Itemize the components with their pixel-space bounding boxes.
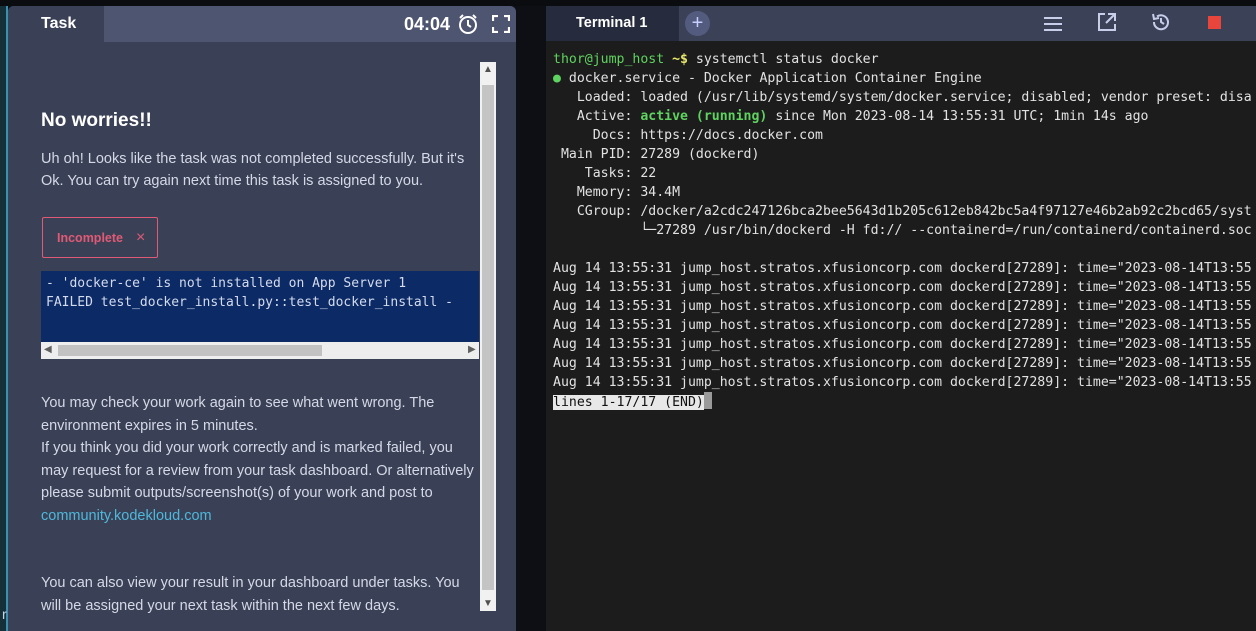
error-line: - 'docker-ce' is not installed on App Se… <box>46 276 407 291</box>
scroll-up-icon[interactable]: ▲ <box>483 64 493 75</box>
pager-status: lines 1-17/17 (END) <box>553 395 704 410</box>
alarm-clock-icon[interactable] <box>457 13 479 35</box>
dashboard-note: You can also view your result in your da… <box>41 575 460 614</box>
menu-icon[interactable] <box>1043 16 1063 32</box>
open-external-icon[interactable] <box>1097 12 1117 32</box>
log-line: Aug 14 13:55:31 jump_host.stratos.xfusio… <box>553 280 1252 295</box>
log-line: Aug 14 13:55:31 jump_host.stratos.xfusio… <box>553 375 1252 390</box>
reset-icon[interactable] <box>1150 11 1172 33</box>
terminal-cursor <box>703 392 712 409</box>
prompt-command: systemctl status docker <box>687 52 879 67</box>
active-label: Active: <box>553 109 641 124</box>
result-title: No worries!! <box>41 110 152 131</box>
loaded-line: Loaded: loaded (/usr/lib/systemd/system/… <box>553 90 1252 105</box>
scroll-right-icon[interactable]: ▶ <box>468 344 476 355</box>
service-name: docker.service - Docker Application Cont… <box>560 71 982 86</box>
terminal-screen[interactable]: thor@jump_host ~$ systemctl status docke… <box>553 50 1256 610</box>
status-badge: Incomplete × <box>42 217 158 258</box>
scroll-down-icon[interactable]: ▼ <box>483 598 493 609</box>
memory-line: Memory: 34.4M <box>553 185 681 200</box>
task-panel: Task 04:04 No worries!! Uh oh! Looks lik… <box>8 6 516 631</box>
terminal-header: Terminal 1 + <box>546 6 1256 41</box>
status-dot-icon: ● <box>553 71 561 86</box>
task-timer: 04:04 <box>404 14 451 34</box>
community-link[interactable]: community.kodekloud.com <box>41 508 212 524</box>
fullscreen-icon[interactable] <box>492 15 510 33</box>
log-line: Aug 14 13:55:31 jump_host.stratos.xfusio… <box>553 356 1252 371</box>
active-since: since Mon 2023-08-14 13:55:31 UTC; 1min … <box>767 109 1149 124</box>
log-line: Aug 14 13:55:31 jump_host.stratos.xfusio… <box>553 261 1252 276</box>
followup-line-1: You may check your work again to see wha… <box>41 395 435 434</box>
prompt-line: thor@jump_host ~$ systemctl status docke… <box>553 50 879 69</box>
log-line: Aug 14 13:55:31 jump_host.stratos.xfusio… <box>553 337 1252 352</box>
stop-icon[interactable] <box>1208 16 1221 29</box>
followup-line-2: If you think you did your work correctly… <box>41 440 474 501</box>
task-content: No worries!! Uh oh! Looks like the task … <box>41 48 480 631</box>
followup-text: You may check your work again to see wha… <box>41 392 481 527</box>
cgroup-line: CGroup: /docker/a2cdc247126bca2bee5643d1… <box>553 204 1252 219</box>
prompt-path: ~$ <box>664 52 688 67</box>
error-line: FAILED test_docker_install.py::test_dock… <box>46 295 453 310</box>
left-edge-glyph: r <box>2 606 7 622</box>
docs-line: Docs: https://docs.docker.com <box>553 128 823 143</box>
panel-divider[interactable] <box>516 6 546 631</box>
active-state: active (running) <box>640 109 768 124</box>
error-horizontal-scrollbar[interactable]: ◀ ▶ <box>41 342 479 359</box>
log-line: Aug 14 13:55:31 jump_host.stratos.xfusio… <box>553 299 1252 314</box>
left-edge-strip: r <box>0 6 8 631</box>
tasks-line: Tasks: 22 <box>553 166 657 181</box>
scroll-left-icon[interactable]: ◀ <box>44 344 52 355</box>
add-terminal-button[interactable]: + <box>685 11 710 36</box>
error-output: - 'docker-ce' is not installed on App Se… <box>41 271 479 342</box>
scrollbar-thumb[interactable] <box>58 345 322 356</box>
task-vertical-scrollbar[interactable]: ▲ ▼ <box>480 62 496 611</box>
prompt-user: thor@jump_host <box>553 52 665 67</box>
terminal-panel: Terminal 1 + thor@jump_host ~$ systemctl… <box>546 6 1256 631</box>
pager-status-line: lines 1-17/17 (END) <box>553 392 712 411</box>
task-panel-header: Task 04:04 <box>8 6 516 42</box>
active-line: Active: active (running) since Mon 2023-… <box>553 107 1149 126</box>
status-badge-label: Incomplete <box>57 231 123 245</box>
result-intro: Uh oh! Looks like the task was not compl… <box>41 151 465 189</box>
service-line: ● docker.service - Docker Application Co… <box>553 69 982 88</box>
log-line: Aug 14 13:55:31 jump_host.stratos.xfusio… <box>553 318 1252 333</box>
main-pid-line: Main PID: 27289 (dockerd) <box>553 147 760 162</box>
tab-task[interactable]: Task <box>8 6 104 42</box>
close-icon: × <box>136 229 146 246</box>
cgroup-process-line: └─27289 /usr/bin/dockerd -H fd:// --cont… <box>553 223 1252 238</box>
tab-terminal-1[interactable]: Terminal 1 <box>546 6 679 41</box>
scrollbar-thumb[interactable] <box>482 85 494 590</box>
